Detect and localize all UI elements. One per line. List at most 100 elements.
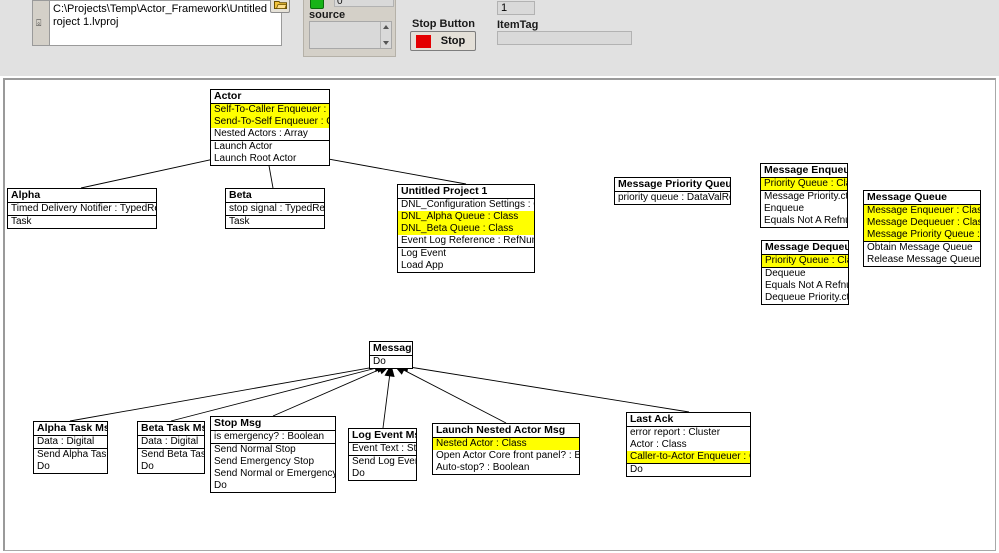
uml-class-alpha-task-msg[interactable]: Alpha Task MsgData : Digital Send Alpha T…: [33, 421, 108, 474]
scroll-up-icon[interactable]: [383, 25, 389, 29]
uml-member-row: Equals Not A Refnum: [765, 280, 848, 291]
uml-member-row: Caller-to-Actor Enqueuer : Class: [627, 451, 750, 463]
scroll-down-icon[interactable]: [383, 41, 389, 45]
uml-member-row: Dequeue Priority.ctl: [765, 292, 848, 303]
uml-member-row: Release Message Queue: [867, 254, 980, 265]
uml-member-row: Message Enqueuer : Class: [864, 205, 980, 217]
uml-attributes-section: priority queue : DataValRefNum: [615, 192, 730, 204]
uml-member-row: Send Alpha Task: [37, 449, 107, 460]
uml-attributes-section: Event Text : String: [349, 443, 416, 456]
uml-member-row: error report : Cluster: [630, 427, 721, 438]
stop-button[interactable]: Stop: [410, 31, 476, 51]
uml-operations-section: Send Beta Task Do: [138, 449, 204, 473]
uml-operations-section: Send Alpha Task Do: [34, 449, 107, 473]
source-status-row: 0: [308, 0, 394, 9]
itemtag-input[interactable]: [497, 31, 632, 45]
uml-class-title: Message: [370, 342, 412, 356]
uml-operations-section: Send Normal Stop Send Emergency Stop Send …: [211, 444, 335, 492]
uml-member-row: Obtain Message Queue: [867, 242, 973, 253]
inheritance-edge-log-event-msg-to-message: [382, 363, 395, 429]
front-panel-toolbar: Path ⌻ C:\Projects\Temp\Actor_Framework\…: [0, 0, 999, 76]
path-symbol-icon: ⌻: [36, 18, 42, 28]
uml-member-row: Load App: [401, 260, 444, 271]
uml-member-row: is emergency? : Boolean: [214, 431, 325, 442]
uml-attributes-section: Message Enqueuer : Class Message Dequeuer…: [864, 205, 980, 242]
uml-attributes-section: Nested Actor : Class Open Actor Core fron…: [433, 438, 579, 474]
uml-class-message-queue[interactable]: Message Queue Message Enqueuer : Class Mes…: [863, 190, 981, 267]
path-input[interactable]: ⌻ C:\Projects\Temp\Actor_Framework\Untit…: [32, 0, 282, 46]
inheritance-edges: [69, 146, 690, 429]
path-value[interactable]: C:\Projects\Temp\Actor_Framework\Untitle…: [50, 1, 281, 45]
uml-member-row: Send Normal Stop: [214, 444, 296, 455]
source-cluster: 0 source: [303, 0, 396, 57]
uml-member-row: Message Dequeuer : Class: [864, 217, 980, 229]
uml-member-row: Priority Queue : Class: [761, 178, 847, 190]
uml-class-actor[interactable]: ActorSelf-To-Caller Enqueuer : ClassSend…: [210, 89, 330, 166]
inheritance-edge-beta-task-msg-to-message: [170, 362, 390, 422]
numeric-indicator: 0: [334, 0, 394, 7]
uml-class-title: Message Priority Queue: [615, 178, 730, 192]
uml-member-row: Do: [214, 480, 227, 491]
uml-member-row: Auto-stop? : Boolean: [436, 462, 530, 473]
uml-class-untitled-project-1[interactable]: Untitled Project 1 DNL_Configuration Sett…: [397, 184, 535, 273]
uml-member-row: Do: [141, 461, 154, 472]
uml-class-beta[interactable]: Betastop signal : TypedRefNum Task: [225, 188, 325, 229]
uml-class-title: Alpha: [8, 189, 156, 203]
uml-attributes-section: Do: [370, 356, 412, 368]
uml-member-row: Actor : Class: [630, 439, 687, 450]
uml-class-title: Beta: [226, 189, 324, 203]
uml-operations-section: Send Log EventDo: [349, 456, 416, 480]
class-diagram-canvas[interactable]: ActorSelf-To-Caller Enqueuer : ClassSend…: [3, 78, 996, 551]
uml-member-row: Data : Digital: [37, 436, 95, 447]
uml-member-row: Send-To-Self Enqueuer : Class: [211, 116, 329, 128]
uml-class-alpha[interactable]: AlphaTimed Delivery Notifier : TypedRefN…: [7, 188, 157, 229]
uml-class-title: Last Ack: [627, 413, 750, 427]
uml-class-log-event-msg[interactable]: Log Event MsgEvent Text : String Send Log…: [348, 428, 417, 481]
path-gutter: ⌻: [33, 1, 50, 45]
uml-member-row: Event Text : String: [352, 443, 416, 454]
uml-class-message-enqueuer[interactable]: Message EnqueuerPriority Queue : ClassMe…: [760, 163, 848, 228]
browse-folder-button[interactable]: [270, 0, 290, 13]
uml-member-row: Task: [229, 216, 250, 227]
status-led-icon: [310, 0, 324, 9]
uml-member-row: Nested Actors : Array: [214, 128, 308, 139]
uml-member-row: Launch Actor: [214, 141, 273, 152]
uml-class-title: Beta Task Msg: [138, 422, 204, 436]
uml-member-row: Send Log Event: [352, 456, 416, 467]
uml-operations-section: Launch Actor Launch Root Actor: [211, 141, 329, 165]
uml-class-beta-task-msg[interactable]: Beta Task MsgData : Digital Send Beta Tas…: [137, 421, 205, 474]
uml-class-title: Untitled Project 1: [398, 185, 534, 199]
uml-class-stop-msg[interactable]: Stop Msg is emergency? : Boolean Send Norm…: [210, 416, 336, 493]
uml-class-title: Message Queue: [864, 191, 980, 205]
uml-attributes-section: DNL_Configuration Settings : ClusterDNL_…: [398, 199, 534, 248]
uml-class-launch-nested-actor-msg[interactable]: Launch Nested Actor Msg Nested Actor : Cl…: [432, 423, 580, 475]
stop-button-text: Stop: [440, 35, 466, 47]
stop-button-label: Stop Button: [412, 18, 475, 30]
uml-member-row: Event Log Reference : RefNum: [401, 235, 534, 246]
uml-member-row: DNL_Configuration Settings : Cluster: [401, 199, 534, 210]
inheritance-edge-alpha-task-msg-to-message: [69, 361, 388, 422]
uml-class-last-ack[interactable]: Last Ack error report : Cluster Actor : Cl…: [626, 412, 751, 477]
uml-member-row: Message Priority Queue : Class: [864, 229, 980, 241]
uml-attributes-section: Self-To-Caller Enqueuer : ClassSend-To-S…: [211, 104, 329, 141]
uml-member-row: stop signal : TypedRefNum: [229, 203, 324, 214]
uml-class-message[interactable]: MessageDo: [369, 341, 413, 369]
uml-member-row: Do: [630, 464, 643, 475]
source-listbox[interactable]: [309, 21, 392, 49]
uml-class-title: Alpha Task Msg: [34, 422, 107, 436]
uml-member-row: priority queue : DataValRefNum: [618, 192, 730, 203]
itemtag-label: ItemTag: [497, 19, 539, 31]
uml-attributes-section: Priority Queue : Class: [761, 178, 847, 191]
uml-member-row: Enqueue: [764, 203, 805, 214]
uml-class-message-dequeuer[interactable]: Message DequeuerPriority Queue : ClassDe…: [761, 240, 849, 305]
source-label: source: [309, 9, 346, 21]
uml-member-row: Timed Delivery Notifier : TypedRefNum: [11, 203, 156, 214]
uml-attributes-section: is emergency? : Boolean: [211, 431, 335, 444]
stop-led-icon: [416, 34, 431, 48]
uml-class-message-priority-queue[interactable]: Message Priority Queue priority queue : D…: [614, 177, 731, 205]
uml-operations-section: Do: [627, 464, 750, 476]
uml-class-title: Launch Nested Actor Msg: [433, 424, 579, 438]
source-scrollbar[interactable]: [380, 22, 391, 48]
uml-attributes-section: stop signal : TypedRefNum: [226, 203, 324, 216]
uml-class-title: Message Dequeuer: [762, 241, 848, 255]
